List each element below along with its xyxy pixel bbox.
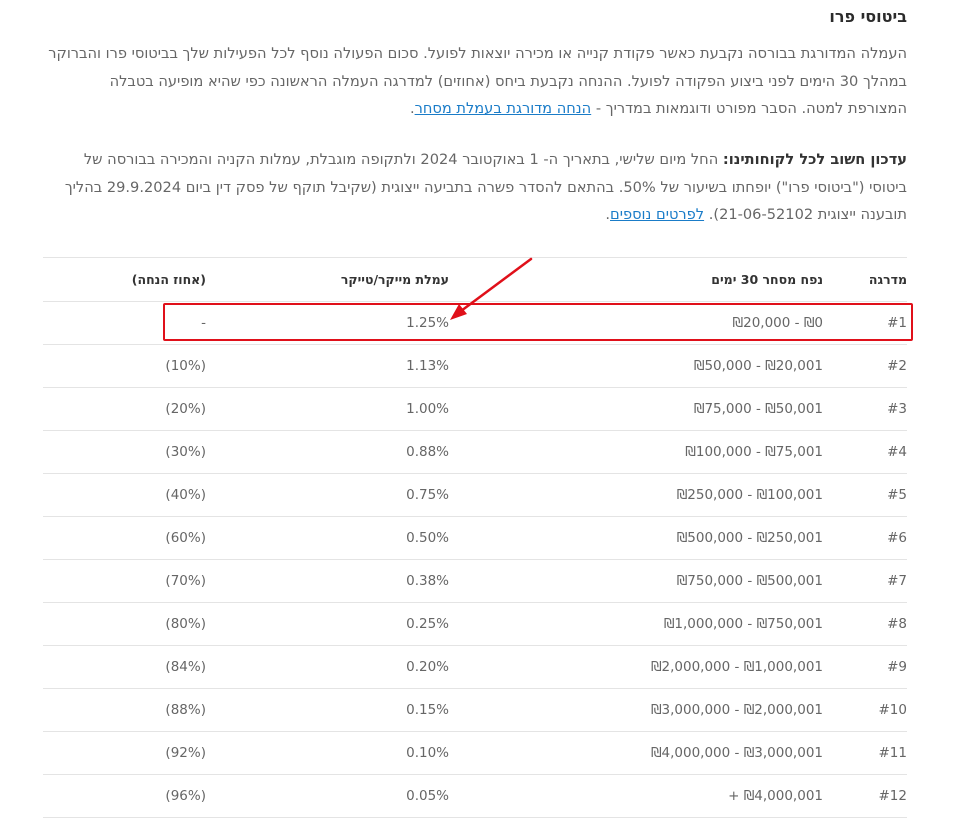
tier-cell: #6 bbox=[887, 530, 907, 546]
volume-cell: ₪75,001 - ₪100,000 bbox=[685, 444, 823, 460]
discount-cell: - bbox=[201, 315, 206, 331]
fee-cell: 0.15% bbox=[406, 702, 449, 718]
volume-cell: ₪20,001 - ₪50,000 bbox=[693, 358, 823, 374]
fee-table: מדרגה נפח מסחר 30 ימים עמלת מייקר/טייקר … bbox=[43, 257, 907, 818]
volume-cell: ₪50,001 - ₪75,000 bbox=[693, 401, 823, 417]
tier-cell: #4 bbox=[887, 444, 907, 460]
volume-cell: ₪500,001 - ₪750,000 bbox=[676, 573, 823, 589]
table-header-row: מדרגה נפח מסחר 30 ימים עמלת מייקר/טייקר … bbox=[43, 257, 907, 301]
fee-cell: 0.20% bbox=[406, 659, 449, 675]
table-row: #10 ₪2,000,001 - ₪3,000,000 0.15% (88%) bbox=[43, 688, 907, 731]
tiered-discount-link[interactable]: הנחה מדורגת בעמלת מסחר bbox=[415, 100, 592, 117]
header-volume: נפח מסחר 30 ימים bbox=[711, 272, 823, 287]
discount-cell: (30%) bbox=[165, 444, 206, 460]
tier-cell: #12 bbox=[878, 788, 908, 804]
fee-cell: 1.00% bbox=[406, 401, 449, 417]
table-row: #7 ₪500,001 - ₪750,000 0.38% (70%) bbox=[43, 559, 907, 602]
fee-cell: 0.38% bbox=[406, 573, 449, 589]
discount-cell: (88%) bbox=[165, 702, 206, 718]
tier-cell: #2 bbox=[887, 358, 907, 374]
table-row: #4 ₪75,001 - ₪100,000 0.88% (30%) bbox=[43, 430, 907, 473]
volume-cell: ₪1,000,001 - ₪2,000,000 bbox=[650, 659, 823, 675]
table-row: #8 ₪750,001 - ₪1,000,000 0.25% (80%) bbox=[43, 602, 907, 645]
notice-heading: עדכון חשוב לכל לקוחותינו: bbox=[722, 151, 907, 168]
fee-cell: 1.13% bbox=[406, 358, 449, 374]
header-discount: (אחוז הנחה) bbox=[131, 272, 206, 287]
tier-cell: #11 bbox=[878, 745, 908, 761]
notice-paragraph: עדכון חשוב לכל לקוחותינו: החל מיום שלישי… bbox=[47, 146, 907, 229]
tier-cell: #8 bbox=[887, 616, 907, 632]
discount-cell: (60%) bbox=[165, 530, 206, 546]
tier-cell: #3 bbox=[887, 401, 907, 417]
fee-cell: 1.25% bbox=[406, 315, 449, 331]
fee-cell: 0.88% bbox=[406, 444, 449, 460]
tier-cell: #10 bbox=[878, 702, 908, 718]
discount-cell: (70%) bbox=[165, 573, 206, 589]
table-row: #6 ₪250,001 - ₪500,000 0.50% (60%) bbox=[43, 516, 907, 559]
table-row: #1 ₪0 - ₪20,000 1.25% - bbox=[43, 301, 907, 344]
header-tier: מדרגה bbox=[868, 272, 907, 287]
more-details-link[interactable]: לפרטים נוספים bbox=[610, 206, 704, 223]
discount-cell: (96%) bbox=[165, 788, 206, 804]
discount-cell: (40%) bbox=[165, 487, 206, 503]
discount-cell: (10%) bbox=[165, 358, 206, 374]
fee-cell: 0.75% bbox=[406, 487, 449, 503]
table-row: #3 ₪50,001 - ₪75,000 1.00% (20%) bbox=[43, 387, 907, 430]
header-fee: עמלת מייקר/טייקר bbox=[340, 272, 449, 287]
page: ביטוסי פרו העמלה המדורגת בבורסה נקבעת כא… bbox=[0, 0, 964, 833]
volume-cell: ₪250,001 - ₪500,000 bbox=[676, 530, 823, 546]
table-row: #9 ₪1,000,001 - ₪2,000,000 0.20% (84%) bbox=[43, 645, 907, 688]
volume-cell: ₪750,001 - ₪1,000,000 bbox=[663, 616, 823, 632]
discount-cell: (84%) bbox=[165, 659, 206, 675]
volume-cell: ₪3,000,001 - ₪4,000,000 bbox=[650, 745, 823, 761]
tier-cell: #7 bbox=[887, 573, 907, 589]
fee-cell: 0.05% bbox=[406, 788, 449, 804]
discount-cell: (92%) bbox=[165, 745, 206, 761]
volume-cell: ₪100,001 - ₪250,000 bbox=[676, 487, 823, 503]
tier-cell: #5 bbox=[887, 487, 907, 503]
table-row: #11 ₪3,000,001 - ₪4,000,000 0.10% (92%) bbox=[43, 731, 907, 774]
discount-cell: (80%) bbox=[165, 616, 206, 632]
fee-cell: 0.50% bbox=[406, 530, 449, 546]
discount-cell: (20%) bbox=[165, 401, 206, 417]
volume-cell: ₪4,000,001 + bbox=[728, 788, 823, 804]
fee-cell: 0.10% bbox=[406, 745, 449, 761]
table-row: #2 ₪20,001 - ₪50,000 1.13% (10%) bbox=[43, 344, 907, 387]
fee-cell: 0.25% bbox=[406, 616, 449, 632]
volume-cell: ₪2,000,001 - ₪3,000,000 bbox=[650, 702, 823, 718]
table-row: #12 ₪4,000,001 + 0.05% (96%) bbox=[43, 774, 907, 818]
intro-paragraph: העמלה המדורגת בבורסה נקבעת כאשר פקודת קנ… bbox=[47, 40, 907, 123]
volume-cell: ₪0 - ₪20,000 bbox=[732, 315, 823, 331]
tier-cell: #9 bbox=[887, 659, 907, 675]
page-title: ביטוסי פרו bbox=[829, 7, 907, 26]
tier-cell: #1 bbox=[887, 315, 907, 331]
table-row: #5 ₪100,001 - ₪250,000 0.75% (40%) bbox=[43, 473, 907, 516]
